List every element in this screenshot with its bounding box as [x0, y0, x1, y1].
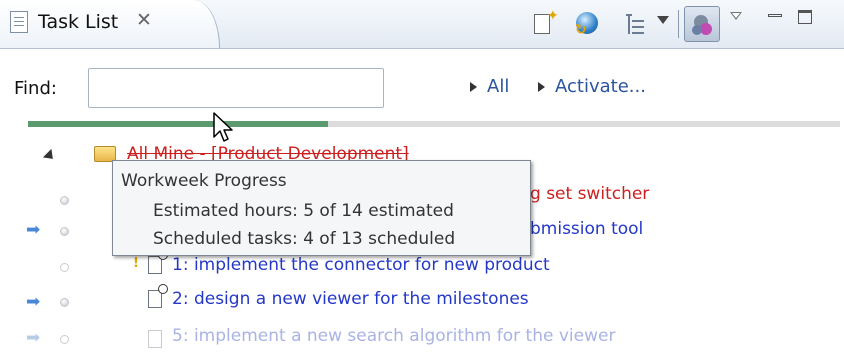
task-list-tab[interactable]: Task List ✕: [0, 0, 220, 48]
expand-icon[interactable]: [42, 148, 58, 164]
activate-link[interactable]: Activate...: [538, 76, 646, 97]
new-task-icon[interactable]: ✦: [530, 8, 559, 38]
chevron-down-icon[interactable]: [657, 16, 669, 24]
close-icon[interactable]: ✕: [136, 9, 152, 31]
synchronize-icon[interactable]: ↻: [573, 8, 601, 38]
mouse-cursor-icon: [213, 112, 233, 142]
view-toolbar: Task List ✕ ✦ ↻: [0, 0, 844, 49]
find-label: Find:: [14, 78, 57, 99]
task-label[interactable]: g set switcher: [530, 184, 649, 204]
tab-title: Task List: [38, 11, 119, 33]
toolbar-separator: [678, 10, 679, 38]
task-label[interactable]: bmission tool: [530, 219, 643, 239]
find-input[interactable]: [88, 68, 384, 108]
estimated-hours-text: Estimated hours: 5 of 14 estimated: [153, 201, 454, 221]
incoming-arrow-icon: ➡: [26, 292, 41, 312]
view-menu-icon[interactable]: [730, 12, 742, 20]
task-label[interactable]: 5: implement a new search algorithm for …: [172, 326, 615, 346]
incoming-arrow-icon: ➡: [26, 328, 41, 348]
task-label[interactable]: 1: implement the connector for new produ…: [172, 255, 550, 275]
presentation-icon[interactable]: [622, 8, 650, 38]
progress-fill: [28, 121, 329, 127]
triangle-right-icon: [538, 82, 545, 92]
tooltip-title: Workweek Progress: [121, 171, 287, 191]
all-link[interactable]: All: [470, 76, 509, 97]
task-status-dot: [60, 227, 69, 236]
maximize-icon[interactable]: [798, 10, 812, 24]
task-icon: [148, 330, 162, 348]
workweek-progress-tooltip: Workweek Progress Estimated hours: 5 of …: [112, 160, 531, 256]
triangle-right-icon: [470, 82, 477, 92]
workweek-progress-bar: [28, 121, 840, 127]
task-status-dot: [60, 196, 69, 205]
scheduled-task-icon: [148, 250, 168, 274]
scheduled-tasks-text: Scheduled tasks: 4 of 13 scheduled: [153, 229, 456, 249]
task-label[interactable]: 2: design a new viewer for the milestone…: [172, 289, 529, 309]
priority-icon: !: [133, 256, 139, 271]
task-status-dot: [60, 335, 69, 344]
task-list-icon: [10, 11, 28, 33]
task-status-dot: [60, 298, 69, 307]
task-status-dot: [60, 263, 69, 272]
incoming-arrow-icon: ➡: [26, 220, 41, 240]
minimize-icon[interactable]: [768, 14, 782, 17]
focus-on-workweek-icon[interactable]: [684, 6, 720, 42]
scheduled-task-icon: [148, 284, 168, 308]
